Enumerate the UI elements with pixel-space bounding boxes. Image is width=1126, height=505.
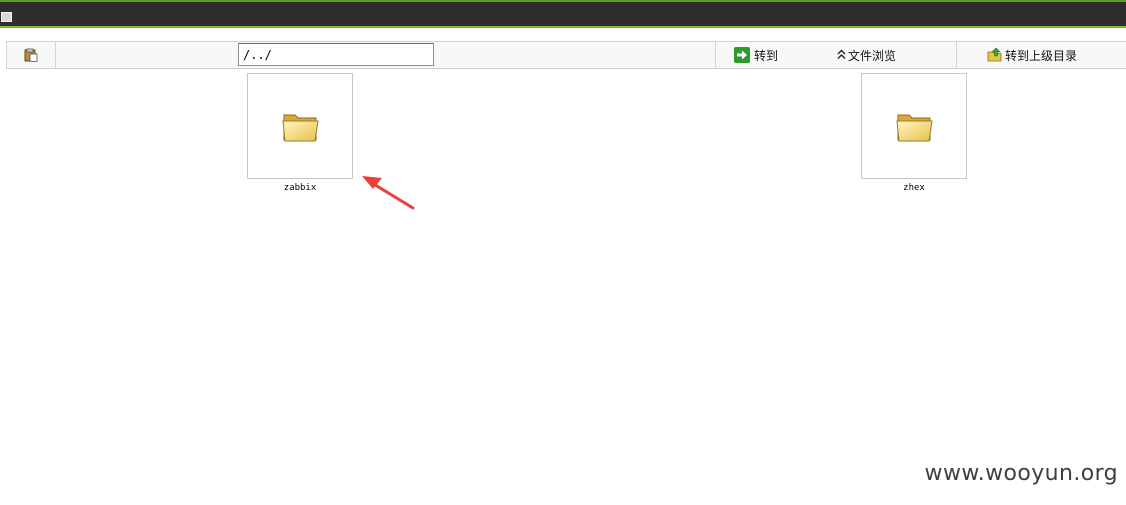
folder-icon [282,114,319,142]
file-browse-button[interactable]: 文件浏览 [837,45,917,65]
paste-button[interactable] [7,42,56,68]
red-arrow-annotation [362,176,415,210]
go-up-directory-button[interactable]: 转到上级目录 [956,42,1126,68]
paste-icon [24,48,38,62]
folder-icon [896,114,933,142]
folder-name[interactable]: zhex [861,183,967,193]
window-titlebar [0,0,1126,28]
file-browse-label: 文件浏览 [848,48,897,63]
folder-item-zabbix[interactable]: zabbix [247,73,353,193]
window-icon[interactable] [1,12,12,22]
folder-up-icon [987,47,1002,62]
goto-button[interactable]: 转到 [734,45,786,65]
folder-tile[interactable] [247,73,353,179]
folder-name[interactable]: zabbix [247,183,353,193]
go-up-directory-label: 转到上级目录 [1005,48,1078,63]
double-chevron-up-icon [837,49,846,62]
folder-tile[interactable] [861,73,967,179]
path-input[interactable] [238,43,434,66]
goto-label: 转到 [754,48,779,63]
file-toolbar: 转到 文件浏览 转到上级目录 [6,41,1126,69]
green-arrow-icon [734,47,750,63]
watermark: www.wooyun.org [924,461,1118,486]
folder-item-zhex[interactable]: zhex [861,73,967,193]
